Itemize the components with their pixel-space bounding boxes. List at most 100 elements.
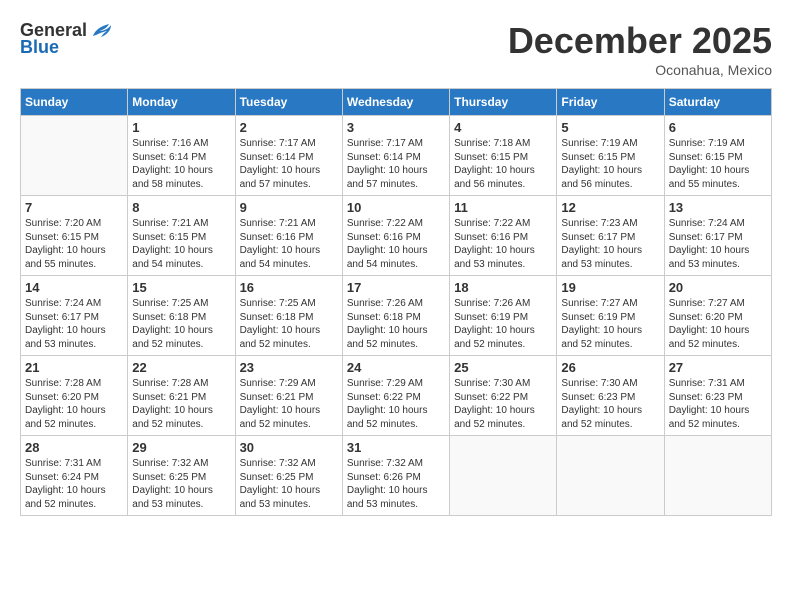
day-number: 18 (454, 280, 552, 295)
day-number: 11 (454, 200, 552, 215)
day-info: Sunrise: 7:21 AM Sunset: 6:15 PM Dayligh… (132, 217, 230, 271)
day-info: Sunrise: 7:31 AM Sunset: 6:24 PM Dayligh… (25, 457, 123, 511)
day-info: Sunrise: 7:28 AM Sunset: 6:20 PM Dayligh… (25, 377, 123, 431)
calendar-body: 1 Sunrise: 7:16 AM Sunset: 6:14 PM Daylig… (21, 116, 772, 516)
day-number: 6 (669, 120, 767, 135)
day-number: 25 (454, 360, 552, 375)
calendar-week-1: 1 Sunrise: 7:16 AM Sunset: 6:14 PM Daylig… (21, 116, 772, 196)
day-info: Sunrise: 7:28 AM Sunset: 6:21 PM Dayligh… (132, 377, 230, 431)
calendar-cell: 20 Sunrise: 7:27 AM Sunset: 6:20 PM Dayli… (664, 276, 771, 356)
calendar-header-row: SundayMondayTuesdayWednesdayThursdayFrid… (21, 89, 772, 116)
day-info: Sunrise: 7:22 AM Sunset: 6:16 PM Dayligh… (454, 217, 552, 271)
calendar-week-2: 7 Sunrise: 7:20 AM Sunset: 6:15 PM Daylig… (21, 196, 772, 276)
day-number: 3 (347, 120, 445, 135)
day-number: 24 (347, 360, 445, 375)
calendar-cell: 24Sunrise: 7:29 AM Sunset: 6:22 PM Dayli… (342, 356, 449, 436)
logo-bird-icon (91, 22, 113, 40)
day-number: 8 (132, 200, 230, 215)
calendar-cell (557, 436, 664, 516)
day-info: Sunrise: 7:17 AM Sunset: 6:14 PM Dayligh… (240, 137, 338, 191)
day-info: Sunrise: 7:29 AM Sunset: 6:21 PM Dayligh… (240, 377, 338, 431)
day-info: Sunrise: 7:27 AM Sunset: 6:19 PM Dayligh… (561, 297, 659, 351)
calendar-cell: 4Sunrise: 7:18 AM Sunset: 6:15 PM Daylig… (450, 116, 557, 196)
calendar-cell: 19 Sunrise: 7:27 AM Sunset: 6:19 PM Dayli… (557, 276, 664, 356)
day-number: 29 (132, 440, 230, 455)
calendar-header-wednesday: Wednesday (342, 89, 449, 116)
day-number: 7 (25, 200, 123, 215)
calendar-header-sunday: Sunday (21, 89, 128, 116)
day-number: 21 (25, 360, 123, 375)
day-number: 5 (561, 120, 659, 135)
day-info: Sunrise: 7:20 AM Sunset: 6:15 PM Dayligh… (25, 217, 123, 271)
day-info: Sunrise: 7:24 AM Sunset: 6:17 PM Dayligh… (25, 297, 123, 351)
calendar-week-3: 14 Sunrise: 7:24 AM Sunset: 6:17 PM Dayli… (21, 276, 772, 356)
calendar-cell: 11 Sunrise: 7:22 AM Sunset: 6:16 PM Dayli… (450, 196, 557, 276)
day-number: 28 (25, 440, 123, 455)
day-info: Sunrise: 7:25 AM Sunset: 6:18 PM Dayligh… (132, 297, 230, 351)
calendar-cell: 3 Sunrise: 7:17 AM Sunset: 6:14 PM Daylig… (342, 116, 449, 196)
day-number: 14 (25, 280, 123, 295)
day-info: Sunrise: 7:27 AM Sunset: 6:20 PM Dayligh… (669, 297, 767, 351)
day-number: 9 (240, 200, 338, 215)
calendar-cell: 28 Sunrise: 7:31 AM Sunset: 6:24 PM Dayli… (21, 436, 128, 516)
calendar-table: SundayMondayTuesdayWednesdayThursdayFrid… (20, 88, 772, 516)
day-number: 17 (347, 280, 445, 295)
calendar-cell: 17 Sunrise: 7:26 AM Sunset: 6:18 PM Dayli… (342, 276, 449, 356)
day-info: Sunrise: 7:25 AM Sunset: 6:18 PM Dayligh… (240, 297, 338, 351)
day-number: 15 (132, 280, 230, 295)
calendar-cell: 21 Sunrise: 7:28 AM Sunset: 6:20 PM Dayli… (21, 356, 128, 436)
day-number: 27 (669, 360, 767, 375)
calendar-header-tuesday: Tuesday (235, 89, 342, 116)
day-info: Sunrise: 7:26 AM Sunset: 6:18 PM Dayligh… (347, 297, 445, 351)
day-number: 10 (347, 200, 445, 215)
day-info: Sunrise: 7:32 AM Sunset: 6:26 PM Dayligh… (347, 457, 445, 511)
calendar-cell: 12Sunrise: 7:23 AM Sunset: 6:17 PM Dayli… (557, 196, 664, 276)
calendar-cell: 2Sunrise: 7:17 AM Sunset: 6:14 PM Daylig… (235, 116, 342, 196)
day-number: 16 (240, 280, 338, 295)
day-number: 31 (347, 440, 445, 455)
calendar-cell: 26Sunrise: 7:30 AM Sunset: 6:23 PM Dayli… (557, 356, 664, 436)
calendar-header-thursday: Thursday (450, 89, 557, 116)
day-number: 13 (669, 200, 767, 215)
calendar-cell: 23 Sunrise: 7:29 AM Sunset: 6:21 PM Dayli… (235, 356, 342, 436)
calendar-cell (664, 436, 771, 516)
calendar-cell: 7 Sunrise: 7:20 AM Sunset: 6:15 PM Daylig… (21, 196, 128, 276)
day-number: 30 (240, 440, 338, 455)
day-info: Sunrise: 7:17 AM Sunset: 6:14 PM Dayligh… (347, 137, 445, 191)
calendar-cell: 16 Sunrise: 7:25 AM Sunset: 6:18 PM Dayli… (235, 276, 342, 356)
calendar-cell: 27Sunrise: 7:31 AM Sunset: 6:23 PM Dayli… (664, 356, 771, 436)
logo-blue-text: Blue (20, 37, 59, 58)
page-header: General Blue December 2025 Oconahua, Mex… (20, 20, 772, 78)
day-info: Sunrise: 7:21 AM Sunset: 6:16 PM Dayligh… (240, 217, 338, 271)
logo: General Blue (20, 20, 113, 58)
calendar-cell: 18Sunrise: 7:26 AM Sunset: 6:19 PM Dayli… (450, 276, 557, 356)
day-info: Sunrise: 7:19 AM Sunset: 6:15 PM Dayligh… (669, 137, 767, 191)
calendar-cell: 13 Sunrise: 7:24 AM Sunset: 6:17 PM Dayli… (664, 196, 771, 276)
day-number: 1 (132, 120, 230, 135)
title-area: December 2025 Oconahua, Mexico (508, 20, 772, 78)
day-info: Sunrise: 7:30 AM Sunset: 6:22 PM Dayligh… (454, 377, 552, 431)
calendar-cell: 30 Sunrise: 7:32 AM Sunset: 6:25 PM Dayli… (235, 436, 342, 516)
day-info: Sunrise: 7:24 AM Sunset: 6:17 PM Dayligh… (669, 217, 767, 271)
month-title: December 2025 (508, 20, 772, 62)
calendar-cell (21, 116, 128, 196)
calendar-cell: 29Sunrise: 7:32 AM Sunset: 6:25 PM Dayli… (128, 436, 235, 516)
calendar-cell (450, 436, 557, 516)
day-number: 22 (132, 360, 230, 375)
calendar-cell: 6 Sunrise: 7:19 AM Sunset: 6:15 PM Daylig… (664, 116, 771, 196)
calendar-cell: 22 Sunrise: 7:28 AM Sunset: 6:21 PM Dayli… (128, 356, 235, 436)
calendar-cell: 5Sunrise: 7:19 AM Sunset: 6:15 PM Daylig… (557, 116, 664, 196)
day-number: 26 (561, 360, 659, 375)
day-info: Sunrise: 7:32 AM Sunset: 6:25 PM Dayligh… (240, 457, 338, 511)
day-number: 20 (669, 280, 767, 295)
calendar-cell: 10 Sunrise: 7:22 AM Sunset: 6:16 PM Dayli… (342, 196, 449, 276)
calendar-cell: 8 Sunrise: 7:21 AM Sunset: 6:15 PM Daylig… (128, 196, 235, 276)
calendar-header-monday: Monday (128, 89, 235, 116)
day-info: Sunrise: 7:18 AM Sunset: 6:15 PM Dayligh… (454, 137, 552, 191)
calendar-cell: 25 Sunrise: 7:30 AM Sunset: 6:22 PM Dayli… (450, 356, 557, 436)
calendar-cell: 31 Sunrise: 7:32 AM Sunset: 6:26 PM Dayli… (342, 436, 449, 516)
day-number: 23 (240, 360, 338, 375)
day-info: Sunrise: 7:16 AM Sunset: 6:14 PM Dayligh… (132, 137, 230, 191)
day-number: 19 (561, 280, 659, 295)
day-info: Sunrise: 7:22 AM Sunset: 6:16 PM Dayligh… (347, 217, 445, 271)
